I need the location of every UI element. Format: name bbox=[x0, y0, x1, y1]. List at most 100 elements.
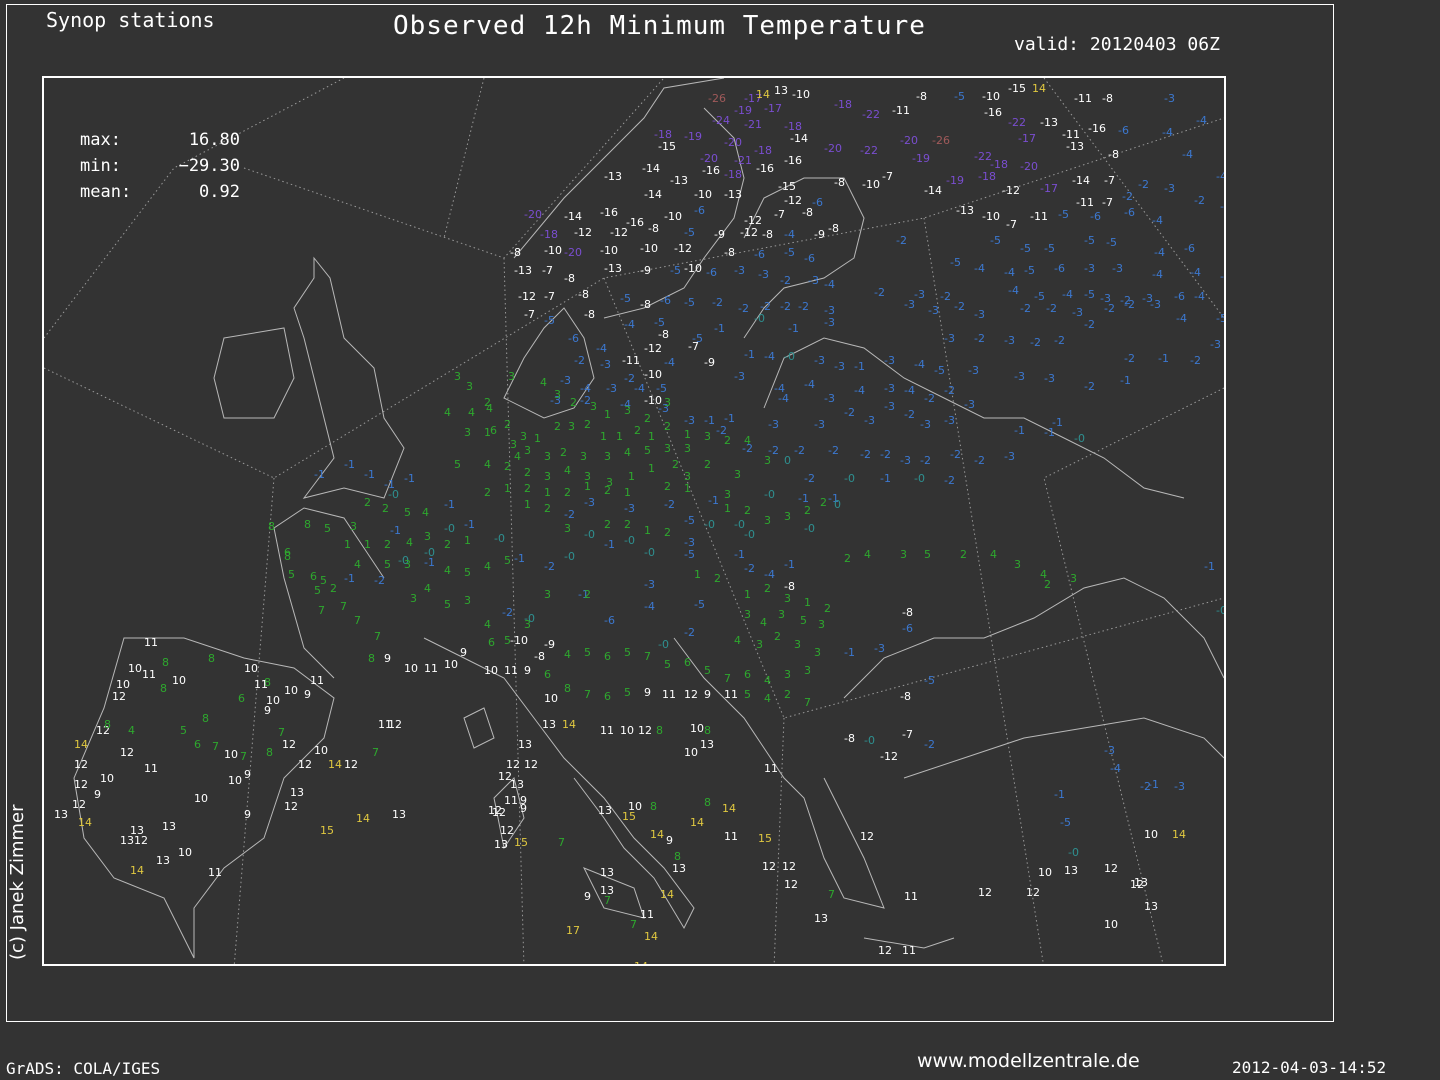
station-value: -8 bbox=[916, 90, 927, 103]
station-value: 3 bbox=[704, 430, 711, 443]
station-value: 11 bbox=[144, 636, 158, 649]
station-value: 9 bbox=[244, 768, 251, 781]
station-value: -5 bbox=[954, 90, 965, 103]
station-value: 7 bbox=[828, 888, 835, 901]
station-value: -14 bbox=[644, 188, 662, 201]
station-value: 4 bbox=[540, 376, 547, 389]
station-value: -16 bbox=[784, 154, 802, 167]
station-value: -2 bbox=[804, 472, 815, 485]
station-value: -3 bbox=[684, 414, 695, 427]
station-value: 3 bbox=[464, 426, 471, 439]
station-value: 2 bbox=[824, 602, 831, 615]
station-value: 4 bbox=[514, 450, 521, 463]
station-value: 10 bbox=[1144, 828, 1158, 841]
station-value: -2 bbox=[1122, 190, 1133, 203]
station-value: -21 bbox=[734, 154, 752, 167]
station-value: 11 bbox=[504, 794, 518, 807]
station-value: 1 bbox=[804, 596, 811, 609]
station-value: 8 bbox=[656, 724, 663, 737]
station-value: -2 bbox=[940, 290, 951, 303]
station-value: 10 bbox=[628, 800, 642, 813]
station-value: -12 bbox=[644, 342, 662, 355]
station-value: -22 bbox=[862, 108, 880, 121]
station-value: 3 bbox=[794, 638, 801, 651]
station-value: -3 bbox=[1004, 334, 1015, 347]
station-value: -3 bbox=[1112, 262, 1123, 275]
station-value: -15 bbox=[658, 140, 676, 153]
station-value: -5 bbox=[934, 364, 945, 377]
station-value: -12 bbox=[518, 290, 536, 303]
station-value: -16 bbox=[600, 206, 618, 219]
station-value: 12 bbox=[762, 860, 776, 873]
stat-min-label: min: bbox=[80, 156, 121, 176]
station-value: -1 bbox=[404, 472, 415, 485]
station-value: 13 bbox=[54, 808, 68, 821]
station-value: -10 bbox=[982, 90, 1000, 103]
station-value: 1 bbox=[524, 498, 531, 511]
station-value: 8 bbox=[104, 718, 111, 731]
station-value: 11 bbox=[640, 908, 654, 921]
station-value: 3 bbox=[900, 548, 907, 561]
station-value: -3 bbox=[644, 578, 655, 591]
station-value: -5 bbox=[694, 598, 705, 611]
station-value: 12 bbox=[524, 758, 538, 771]
station-value: 4 bbox=[354, 558, 361, 571]
station-value: 5 bbox=[288, 568, 295, 581]
station-value: 7 bbox=[340, 600, 347, 613]
station-value: 12 bbox=[284, 800, 298, 813]
station-value: -0 bbox=[624, 534, 635, 547]
station-value: -2 bbox=[874, 286, 885, 299]
station-value: -10 bbox=[862, 178, 880, 191]
station-value: 7 bbox=[630, 918, 637, 931]
station-value: -0 bbox=[444, 522, 455, 535]
station-value: 14 bbox=[690, 816, 704, 829]
station-value: -5 bbox=[1084, 234, 1095, 247]
station-value: -1 bbox=[364, 468, 375, 481]
station-value: 4 bbox=[444, 564, 451, 577]
station-value: 3 bbox=[520, 430, 527, 443]
station-value: 2 bbox=[560, 446, 567, 459]
station-value: -0 bbox=[1074, 432, 1085, 445]
station-value: -4 bbox=[764, 350, 775, 363]
station-value: -4 bbox=[664, 356, 675, 369]
station-value: 10 bbox=[100, 772, 114, 785]
station-value: 1 bbox=[694, 568, 701, 581]
website-link[interactable]: www.modellzentrale.de bbox=[917, 1050, 1140, 1072]
station-value: -4 bbox=[1110, 762, 1121, 775]
station-value: 2 bbox=[384, 538, 391, 551]
station-value: -2 bbox=[1140, 780, 1151, 793]
station-value: -1 bbox=[734, 548, 745, 561]
station-value: -5 bbox=[1020, 242, 1031, 255]
station-value: 3 bbox=[664, 396, 671, 409]
station-value: -4 bbox=[1220, 270, 1224, 283]
station-value: -13 bbox=[1066, 140, 1084, 153]
station-value: -2 bbox=[798, 300, 809, 313]
station-value: -10 bbox=[640, 242, 658, 255]
station-value: -3 bbox=[734, 370, 745, 383]
station-value: -16 bbox=[1088, 122, 1106, 135]
station-value: 6 bbox=[194, 738, 201, 751]
station-value: 7 bbox=[278, 726, 285, 739]
station-value: 11 bbox=[904, 890, 918, 903]
station-value: 9 bbox=[666, 834, 673, 847]
station-value: -1 bbox=[444, 498, 455, 511]
station-value: -1 bbox=[424, 556, 435, 569]
station-value: 13 bbox=[290, 786, 304, 799]
station-value: -3 bbox=[624, 502, 635, 515]
station-value: 3 bbox=[568, 420, 575, 433]
station-value: 1 bbox=[744, 588, 751, 601]
station-value: 3 bbox=[564, 522, 571, 535]
station-value: 2 bbox=[960, 548, 967, 561]
station-value: -12 bbox=[674, 242, 692, 255]
station-value: -0 bbox=[644, 546, 655, 559]
station-value: 3 bbox=[784, 510, 791, 523]
station-value: 4 bbox=[564, 464, 571, 477]
station-value: 14 bbox=[650, 828, 664, 841]
station-value: 12 bbox=[120, 746, 134, 759]
station-value: -0 bbox=[388, 488, 399, 501]
station-value: -5 bbox=[784, 246, 795, 259]
station-value: -2 bbox=[780, 300, 791, 313]
station-value: 11 bbox=[310, 674, 324, 687]
station-value: 8 bbox=[704, 796, 711, 809]
station-value: -9 bbox=[640, 264, 651, 277]
